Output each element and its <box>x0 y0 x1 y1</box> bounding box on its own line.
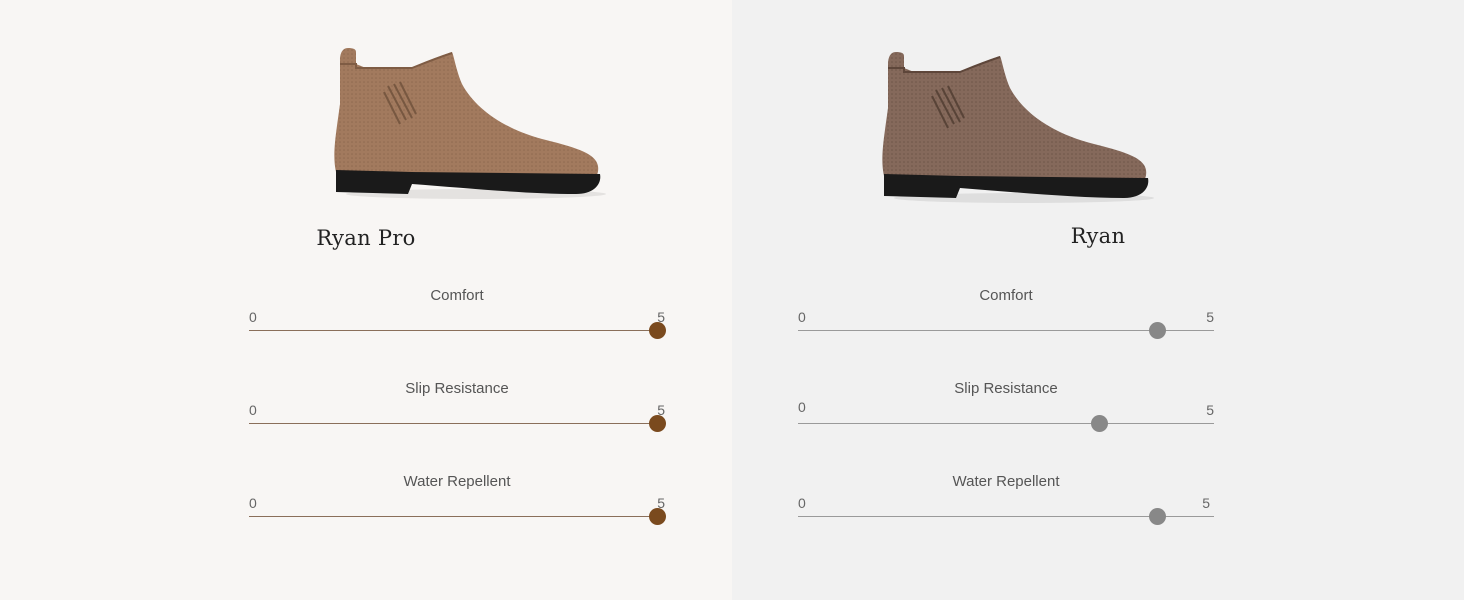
metric-label: Slip Resistance <box>405 380 509 397</box>
scale-min: 0 <box>798 309 806 325</box>
product-panel-ryan: Ryan Comfort 0 5 Slip Resistance 0 5 Wat… <box>732 0 1464 600</box>
scale-max: 5 <box>1206 402 1214 418</box>
slider-track <box>249 423 665 424</box>
scale-min: 0 <box>249 495 257 511</box>
rating-comfort: Comfort 0 5 <box>249 287 666 347</box>
metric-label: Water Repellent <box>952 473 1060 490</box>
scale-min: 0 <box>798 399 806 415</box>
slider-knob <box>1091 415 1109 432</box>
metric-label: Slip Resistance <box>954 380 1058 397</box>
scale-min: 0 <box>249 309 257 325</box>
chelsea-boot-icon <box>326 44 611 204</box>
scale-min: 0 <box>249 402 257 418</box>
metric-label: Comfort <box>430 287 484 304</box>
product-panel-ryan-pro: Ryan Pro Comfort 0 5 Slip Resistance 0 5… <box>0 0 732 600</box>
rating-comfort: Comfort 0 5 <box>798 287 1214 347</box>
slider-knob <box>1148 322 1166 339</box>
slider-track <box>798 423 1214 424</box>
metric-label: Water Repellent <box>403 473 511 490</box>
slider-knob <box>1148 508 1166 525</box>
slider-track <box>249 516 665 517</box>
scale-max: 5 <box>1206 309 1214 325</box>
slider-knob <box>648 322 666 339</box>
scale-max: 5 <box>1202 495 1210 511</box>
slider-track <box>249 330 665 331</box>
metric-label: Comfort <box>979 287 1033 304</box>
scale-min: 0 <box>798 495 806 511</box>
rating-slip-resistance: Slip Resistance 0 5 <box>249 380 666 440</box>
chelsea-boot-icon <box>874 48 1159 208</box>
product-title: Ryan <box>1070 224 1126 248</box>
rating-water-repellent: Water Repellent 0 5 <box>249 473 666 533</box>
rating-slip-resistance: Slip Resistance 0 5 <box>798 380 1214 440</box>
slider-knob <box>648 415 666 432</box>
rating-water-repellent: Water Repellent 0 5 <box>798 473 1214 533</box>
product-title: Ryan Pro <box>316 226 416 250</box>
slider-knob <box>648 508 666 525</box>
